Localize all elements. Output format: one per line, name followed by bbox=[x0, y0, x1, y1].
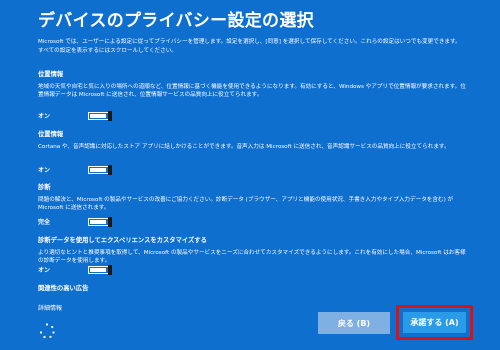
section-title: 関連性の高い広告 bbox=[38, 285, 89, 292]
toggle-state-label: 完全 bbox=[38, 219, 51, 226]
section-description: 地域の天気や自宅と気に入りの場所への道順など、位置情報に基づく機能を使用できるよ… bbox=[38, 84, 466, 99]
toggle-knob bbox=[108, 165, 112, 175]
toggle-state-label: オン bbox=[38, 167, 51, 174]
toggle-fill bbox=[90, 268, 106, 272]
location-toggle[interactable] bbox=[88, 111, 112, 121]
toggle-knob bbox=[108, 217, 112, 227]
loading-spinner-icon bbox=[39, 323, 55, 339]
page-title: デバイスのプライバシー設定の選択 bbox=[38, 11, 314, 31]
back-button[interactable]: 戻る (B) bbox=[318, 312, 390, 334]
accept-button-highlight: 承諾する (A) bbox=[396, 305, 473, 340]
section-speech: 位置情報 Cortana や、音声認識に対応したストア アプリに話しかけることが… bbox=[38, 130, 466, 175]
toggle-knob bbox=[108, 265, 112, 275]
tailored-toggle[interactable] bbox=[88, 265, 112, 275]
section-tailored-experiences: 診断データを使用してエクスペリエンスをカスタマイズする より適切なヒントと推奨事… bbox=[38, 236, 466, 275]
section-title: 診断データを使用してエクスペリエンスをカスタマイズする bbox=[38, 237, 207, 244]
section-diagnostics: 診断 問題の解決と、Microsoft の製品やサービスの改善にご協力ください。… bbox=[38, 183, 466, 227]
toggle-fill bbox=[90, 114, 106, 118]
section-location: 位置情報 地域の天気や自宅と気に入りの場所への道順など、位置情報に基づく機能を使… bbox=[38, 70, 466, 121]
toggle-state-label: オン bbox=[38, 267, 51, 274]
accept-button[interactable]: 承諾する (A) bbox=[403, 312, 466, 333]
details-label: 詳細情報 bbox=[38, 305, 63, 312]
section-description: Cortana や、音声認識に対応したストア アプリに話しかけることができます。… bbox=[38, 144, 450, 150]
section-title: 位置情報 bbox=[38, 71, 64, 78]
toggle-fill bbox=[90, 168, 106, 172]
section-title: 診断 bbox=[38, 184, 51, 191]
toggle-fill bbox=[90, 220, 106, 224]
section-description: より適切なヒントと推奨事項を取得して、Microsoft の製品やサービスをニー… bbox=[38, 250, 466, 265]
speech-toggle[interactable] bbox=[88, 165, 112, 175]
toggle-state-label: オン bbox=[38, 113, 51, 120]
section-relevant-ads: 関連性の高い広告 bbox=[38, 284, 466, 293]
toggle-knob bbox=[108, 111, 112, 121]
section-description: 問題の解決と、Microsoft の製品やサービスの改善にご協力ください。診断デ… bbox=[38, 197, 454, 212]
intro-text: Microsoft では、ユーザーによる設定に従ってプライバシーを管理します。設… bbox=[38, 39, 461, 54]
diagnostics-toggle[interactable] bbox=[88, 217, 112, 227]
section-title: 位置情報 bbox=[38, 131, 64, 138]
